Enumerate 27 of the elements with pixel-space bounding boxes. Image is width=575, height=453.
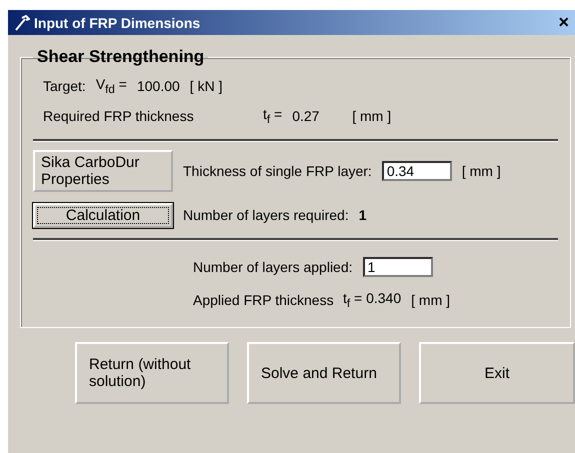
group-title: Shear Strengthening [36,47,206,67]
return-button[interactable]: Return (without solution) [75,342,229,404]
unit-label: [ kN ] [190,78,222,94]
layers-applied-field[interactable]: 1 [362,257,433,277]
required-value: 0.27 [292,108,320,124]
layers-required-label: Number of layers required: [183,207,349,223]
layer-thickness-field[interactable]: 0.34 [382,161,452,181]
exit-button[interactable]: Exit [419,342,575,404]
target-label: Target: [43,78,86,94]
target-value: 100.00 [136,78,180,94]
layers-applied-label: Number of layers applied: [193,259,353,275]
symbol-label: V$_{fd}$ = [96,76,127,96]
required-label: Required FRP thickness [43,108,195,124]
properties-button[interactable]: Sika CarboDur Properties [33,150,173,192]
close-button[interactable]: × [558,12,569,33]
applied-thickness-label: Applied FRP thickness [193,292,333,308]
unit-label: [ mm ] [462,163,501,179]
window-title: Input of FRP Dimensions [34,14,202,30]
calculation-button[interactable]: Calculation [33,202,173,228]
unit-label: [ mm ] [352,108,392,124]
hammer-icon [14,14,30,30]
unit-label: [ mm ] [411,292,450,308]
solve-button[interactable]: Solve and Return [247,342,401,404]
layer-thickness-label: Thickness of single FRP layer: [183,163,372,179]
layers-required-value: 1 [358,207,367,223]
symbol-label: t$_{f}$ = [263,106,282,126]
applied-thickness-value: t$_{f}$ = 0.340 [343,290,402,310]
